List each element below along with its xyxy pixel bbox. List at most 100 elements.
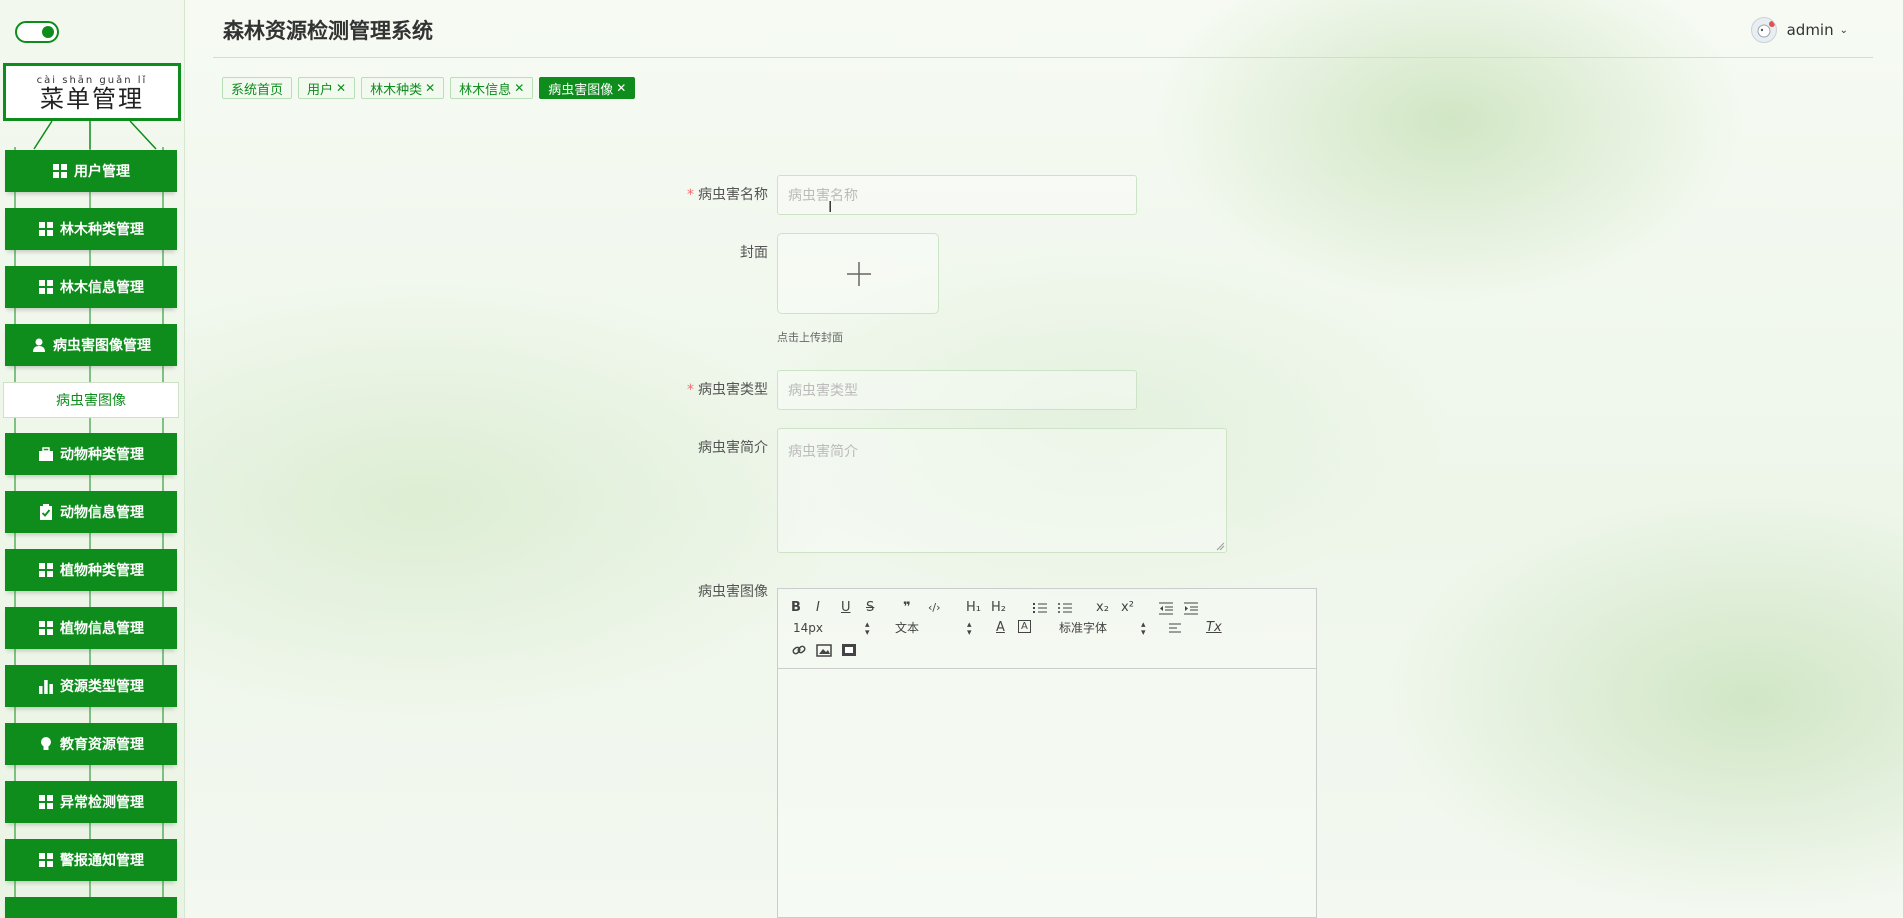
ordered-list-icon[interactable] (1032, 600, 1048, 616)
avatar-icon (1757, 21, 1775, 38)
sidebar-item-partial[interactable] (5, 897, 177, 918)
close-icon[interactable]: ✕ (616, 81, 626, 95)
bold-button[interactable]: B (791, 600, 801, 616)
menu-rail (14, 308, 164, 324)
link-icon[interactable] (791, 642, 807, 658)
clipboard-check-icon (40, 504, 52, 520)
blockquote-button[interactable]: ❞ (903, 600, 911, 616)
sidebar-item-anomaly-detection[interactable]: 异常检测管理 (5, 781, 177, 823)
user-menu[interactable]: admin ⌄ (1750, 17, 1848, 43)
indent-icon[interactable] (1183, 600, 1199, 616)
pest-type-input[interactable]: 病虫害类型 (777, 370, 1137, 410)
superscript-button[interactable]: x² (1121, 600, 1134, 616)
image-icon[interactable] (816, 642, 832, 658)
menu-rail (14, 881, 164, 897)
tab-forest-category[interactable]: 林木种类 ✕ (361, 77, 445, 99)
sidebar-item-plant-category[interactable]: 植物种类管理 (5, 549, 177, 591)
sidebar-collapse-toggle[interactable] (15, 21, 59, 43)
align-left-icon[interactable] (1168, 620, 1184, 636)
code-block-button[interactable]: ‹/› (928, 600, 941, 616)
required-mark: * (687, 382, 694, 398)
strike-button[interactable]: S (866, 600, 874, 616)
tab-home[interactable]: 系统首页 (222, 77, 293, 99)
lightbulb-icon (41, 737, 51, 750)
cover-upload-hint: 点击上传封面 (777, 331, 843, 344)
paragraph-select[interactable]: 文本 ▴ ▾ (895, 620, 975, 638)
sidebar-subitem-pest-image[interactable]: 病虫害图像 (3, 382, 179, 418)
tab-label: 林木种类 (370, 82, 423, 98)
avatar (1750, 17, 1777, 43)
background-color-icon[interactable]: A (1018, 620, 1031, 633)
bar-chart-icon (39, 680, 53, 694)
sidebar-item-label: 植物种类管理 (60, 563, 144, 579)
text-cursor-icon: I (828, 198, 833, 216)
pest-intro-textarea[interactable]: 病虫害简介 (777, 428, 1227, 553)
bullet-list-icon[interactable] (1057, 600, 1073, 616)
pest-name-label-text: 病虫害名称 (698, 187, 768, 203)
tab-label: 用户 (307, 82, 334, 98)
tab-label: 病虫害图像 (548, 82, 614, 98)
outdent-icon[interactable] (1158, 600, 1174, 616)
header-divider (213, 57, 1873, 58)
cover-uploader[interactable] (777, 233, 939, 314)
user-name: admin (1786, 21, 1834, 39)
underline-button[interactable]: U (841, 600, 851, 616)
sidebar-item-animal-category[interactable]: 动物种类管理 (5, 433, 177, 475)
close-icon[interactable]: ✕ (336, 81, 346, 95)
sidebar-item-label: 林木信息管理 (60, 280, 144, 296)
sidebar-item-forest-category[interactable]: 林木种类管理 (5, 208, 177, 250)
pest-intro-placeholder: 病虫害简介 (788, 444, 858, 460)
subscript-button[interactable]: x₂ (1096, 600, 1109, 616)
system-title: 森林资源检测管理系统 (223, 19, 433, 43)
italic-button[interactable]: I (816, 600, 820, 616)
user-icon (33, 338, 45, 352)
sort-caret-icon: ▴ ▾ (967, 620, 972, 638)
menu-rail (14, 649, 164, 665)
video-icon[interactable] (841, 642, 857, 658)
pest-type-label-text: 病虫害类型 (698, 382, 768, 398)
menu-rail (14, 707, 164, 723)
sidebar-item-forest-info[interactable]: 林木信息管理 (5, 266, 177, 308)
sort-caret-icon: ▴ ▾ (1141, 620, 1146, 638)
plus-icon (847, 262, 871, 286)
sidebar-item-alert-notice[interactable]: 警报通知管理 (5, 839, 177, 881)
sidebar-item-resource-type[interactable]: 资源类型管理 (5, 665, 177, 707)
sidebar-item-label: 警报通知管理 (60, 853, 144, 869)
sidebar-item-education-resource[interactable]: 教育资源管理 (5, 723, 177, 765)
font-family-select[interactable]: 标准字体 ▴ ▾ (1059, 620, 1149, 638)
menu-rail (14, 533, 164, 549)
sidebar: cài shān guǎn lǐ 菜单管理 用户管理 林木种类管理 林木信息管理… (0, 0, 185, 918)
sidebar-item-animal-info[interactable]: 动物信息管理 (5, 491, 177, 533)
tab-forest-info[interactable]: 林木信息 ✕ (450, 77, 534, 99)
top-header: 森林资源检测管理系统 admin ⌄ (186, 0, 1903, 58)
chevron-down-icon: ⌄ (1839, 24, 1848, 36)
pest-image-label: 病虫害图像 (698, 584, 768, 600)
font-size-select[interactable]: 14px ▴ ▾ (793, 620, 873, 638)
clear-format-button[interactable]: Tx (1206, 620, 1222, 636)
tab-label: 林木信息 (459, 82, 512, 98)
grid-icon (53, 164, 67, 178)
sidebar-item-plant-info[interactable]: 植物信息管理 (5, 607, 177, 649)
header-1-button[interactable]: H₁ (966, 600, 981, 616)
tags-view: 系统首页 用户 ✕ 林木种类 ✕ 林木信息 ✕ 病虫害图像 ✕ (222, 77, 636, 99)
sidebar-item-user[interactable]: 用户管理 (5, 150, 177, 192)
sidebar-item-label: 教育资源管理 (60, 737, 144, 753)
resize-grip-icon[interactable] (1215, 541, 1225, 551)
menu-title-box: cài shān guǎn lǐ 菜单管理 (3, 63, 181, 121)
close-icon[interactable]: ✕ (425, 81, 435, 95)
header-2-button[interactable]: H₂ (991, 600, 1006, 616)
tab-pest-image[interactable]: 病虫害图像 ✕ (539, 77, 636, 99)
menu-rail (14, 250, 164, 266)
pest-type-placeholder: 病虫害类型 (788, 383, 858, 399)
sidebar-item-label: 异常检测管理 (60, 795, 144, 811)
pest-type-label: * 病虫害类型 (648, 379, 768, 399)
font-color-button[interactable]: A (996, 620, 1005, 636)
sidebar-item-label: 资源类型管理 (60, 679, 144, 695)
grid-icon (39, 795, 53, 809)
close-icon[interactable]: ✕ (514, 81, 524, 95)
menu-rail (14, 765, 164, 781)
sidebar-item-pest-image[interactable]: 病虫害图像管理 (5, 324, 177, 366)
tab-user[interactable]: 用户 ✕ (298, 77, 356, 99)
pest-name-placeholder: 病虫害名称 (788, 188, 858, 204)
sort-caret-icon: ▴ ▾ (865, 620, 870, 638)
